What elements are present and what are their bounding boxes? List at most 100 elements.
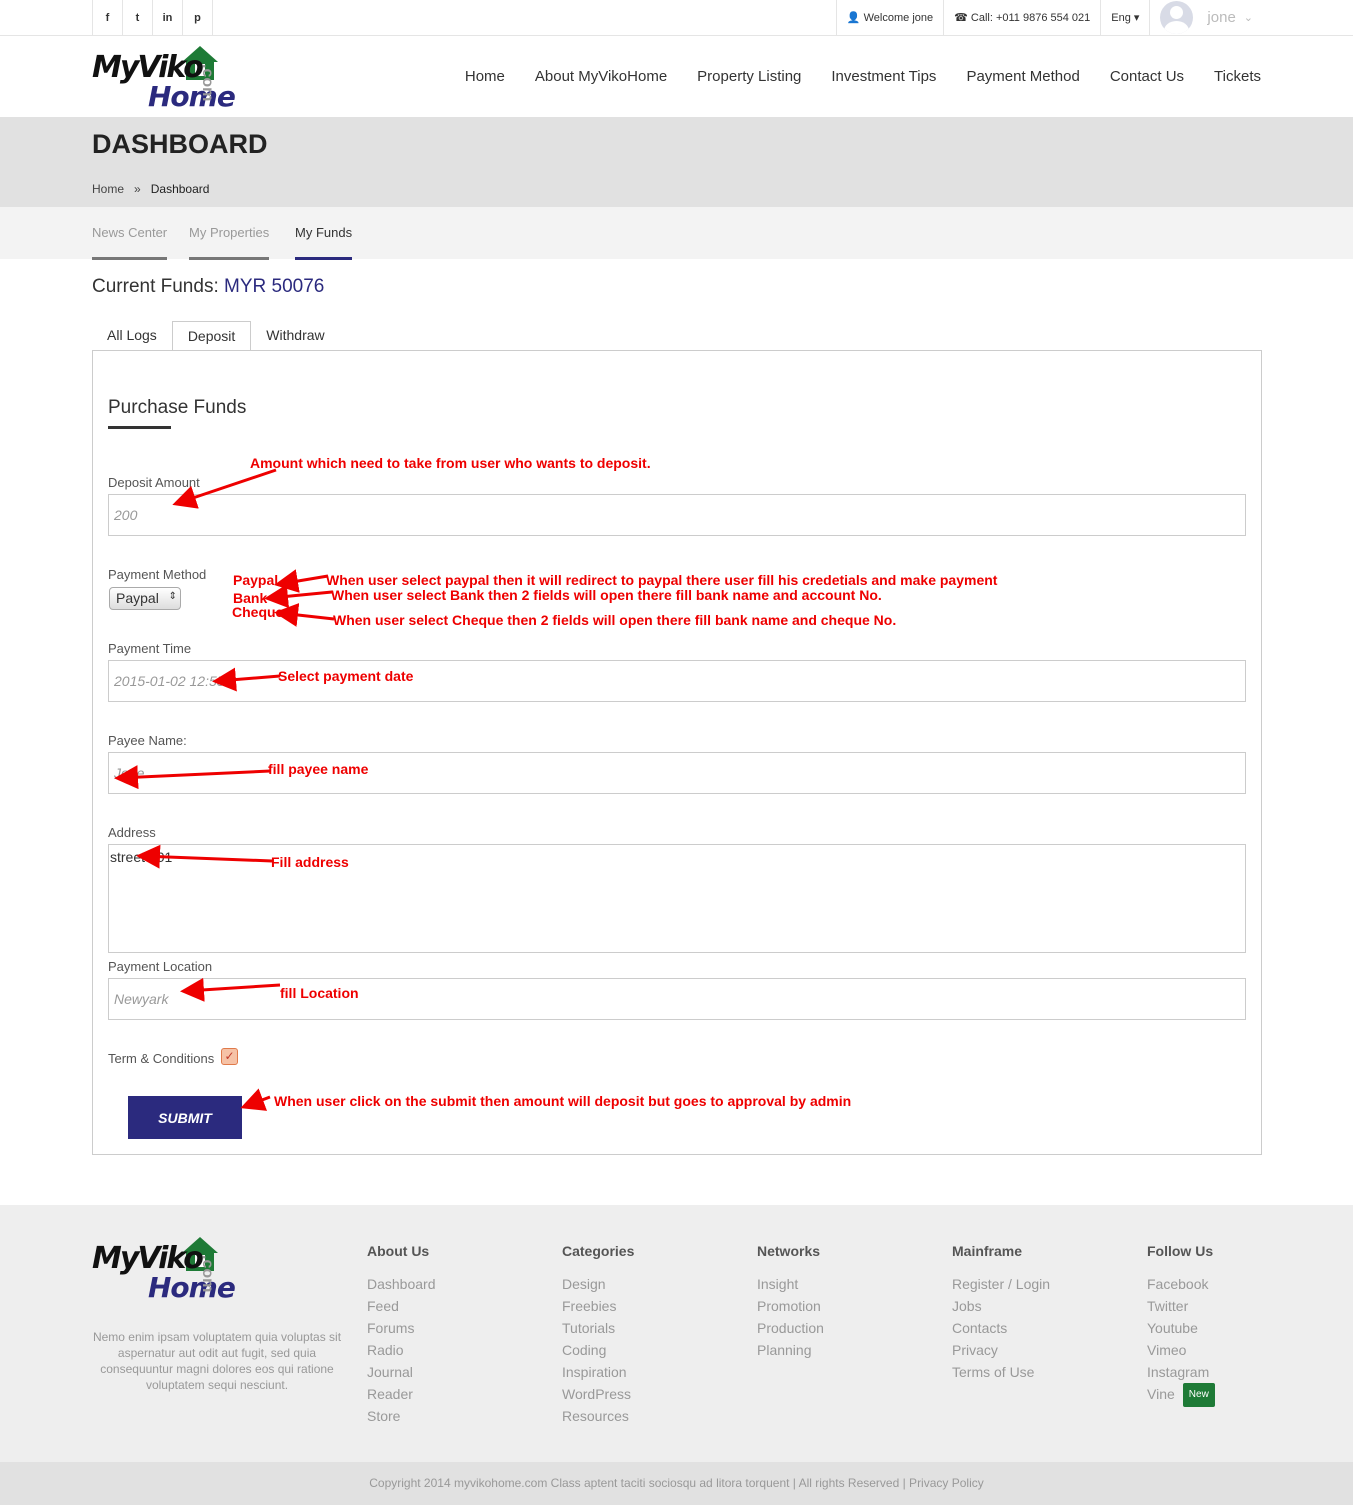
payment-method-label: Payment Method <box>108 567 207 582</box>
annotation-cheque: When user select Cheque then 2 fields wi… <box>333 612 897 628</box>
nav-payment-method[interactable]: Payment Method <box>966 68 1079 85</box>
footer-link[interactable]: Twitter <box>1147 1295 1327 1317</box>
footer-link[interactable]: Coding <box>562 1339 742 1361</box>
annotation-submit: When user click on the submit then amoun… <box>274 1093 852 1109</box>
terms-label: Term & Conditions <box>108 1051 215 1066</box>
footer-link[interactable]: Journal <box>367 1361 547 1383</box>
tab-deposit[interactable]: Deposit <box>171 321 252 352</box>
tab-all-logs[interactable]: All Logs <box>92 321 172 351</box>
address-label: Address <box>108 825 156 840</box>
header: MyViko Home .com Home About MyVikoHome P… <box>0 36 1353 117</box>
footer-link[interactable]: Feed <box>367 1295 547 1317</box>
footer-link[interactable]: Store <box>367 1405 547 1427</box>
footer-link[interactable]: Reader <box>367 1383 547 1405</box>
footer-link[interactable]: Dashboard <box>367 1273 547 1295</box>
current-funds: Current Funds: MYR 50076 <box>92 276 325 297</box>
footer-link[interactable]: Planning <box>757 1339 937 1361</box>
deposit-amount-input[interactable]: 200 <box>108 494 1246 536</box>
facebook-icon[interactable]: f <box>93 0 123 35</box>
funds-value: MYR 50076 <box>224 276 325 297</box>
footer: MyViko Home .com Nemo enim ipsam volupta… <box>0 1205 1353 1462</box>
annotation-paypal-word: Paypal <box>233 572 279 588</box>
user-icon: 👤 <box>846 12 864 24</box>
footer-link[interactable]: Design <box>562 1273 742 1295</box>
footer-link[interactable]: Contacts <box>952 1317 1132 1339</box>
tab-my-properties[interactable]: My Properties <box>189 225 270 260</box>
payment-time-label: Payment Time <box>108 641 192 656</box>
annotation-bank: When user select Bank then 2 fields will… <box>331 587 882 603</box>
caret-down-icon: ▾ <box>1130 12 1140 24</box>
nav-about[interactable]: About MyVikoHome <box>535 68 667 85</box>
annotation-paypal: When user select paypal then it will red… <box>326 572 998 588</box>
annotation-location: fill Location <box>280 985 359 1001</box>
footer-link[interactable]: Terms of Use <box>952 1361 1132 1383</box>
nav-contact-us[interactable]: Contact Us <box>1110 68 1184 85</box>
breadcrumb-separator: » <box>134 182 141 196</box>
footer-link[interactable]: Radio <box>367 1339 547 1361</box>
footer-link[interactable]: Youtube <box>1147 1317 1327 1339</box>
page-title: DASHBOARD <box>92 129 268 159</box>
submit-button[interactable]: SUBMIT <box>128 1096 242 1139</box>
chevron-down-icon: ⌄ <box>1243 12 1253 24</box>
payment-location-label: Payment Location <box>108 959 213 974</box>
top-right-bar: 👤 Welcome jone ☎ Call: +011 9876 554 021… <box>835 0 1353 35</box>
annotation-deposit: Amount which need to take from user who … <box>250 455 651 471</box>
nav-investment-tips[interactable]: Investment Tips <box>831 68 936 85</box>
breadcrumb-current: Dashboard <box>150 182 210 196</box>
footer-description: Nemo enim ipsam voluptatem quia voluptas… <box>92 1330 342 1392</box>
pinterest-icon[interactable]: p <box>183 0 213 35</box>
breadcrumb-home[interactable]: Home <box>92 182 124 196</box>
nav-tickets[interactable]: Tickets <box>1214 68 1261 85</box>
title-underline <box>108 426 171 429</box>
footer-link[interactable]: Forums <box>367 1317 547 1339</box>
footer-link[interactable]: Instagram <box>1147 1361 1327 1383</box>
footer-link[interactable]: Resources <box>562 1405 742 1427</box>
language-dropdown[interactable]: Eng ▾ <box>1100 0 1149 35</box>
new-badge: New <box>1182 1383 1215 1408</box>
footer-link[interactable]: Privacy <box>952 1339 1132 1361</box>
footer-link[interactable]: Jobs <box>952 1295 1132 1317</box>
footer-link[interactable]: Facebook <box>1147 1273 1327 1295</box>
copyright: Copyright 2014 myvikohome.com Class apte… <box>0 1462 1353 1505</box>
phone-icon: ☎ <box>954 12 971 24</box>
footer-link-vine[interactable]: Vine New <box>1147 1383 1327 1408</box>
top-bar: f t in p 👤 Welcome jone ☎ Call: +011 987… <box>0 0 1353 36</box>
main-nav: Home About MyVikoHome Property Listing I… <box>435 36 1261 117</box>
footer-link[interactable]: Vimeo <box>1147 1339 1327 1361</box>
footer-col-networks: Networks Insight Promotion Production Pl… <box>757 1243 937 1361</box>
logo[interactable]: MyViko Home .com <box>92 44 242 113</box>
footer-logo[interactable]: MyViko Home .com <box>92 1235 242 1304</box>
user-menu[interactable]: jone ⌄ <box>1149 0 1353 35</box>
annotation-address: Fill address <box>271 854 349 870</box>
funds-tabs: All Logs Deposit Withdraw <box>92 321 340 352</box>
footer-link[interactable]: Freebies <box>562 1295 742 1317</box>
tab-news-center[interactable]: News Center <box>92 225 168 260</box>
payee-name-label: Payee Name: <box>108 733 187 748</box>
deposit-amount-label: Deposit Amount <box>108 475 200 490</box>
dashboard-tabs: News Center My Properties My Funds <box>0 207 1353 260</box>
call-text: ☎ Call: +011 9876 554 021 <box>943 0 1100 35</box>
linkedin-icon[interactable]: in <box>153 0 183 35</box>
twitter-icon[interactable]: t <box>123 0 153 35</box>
footer-link[interactable]: WordPress <box>562 1383 742 1405</box>
tab-my-funds[interactable]: My Funds <box>295 225 353 260</box>
footer-link[interactable]: Register / Login <box>952 1273 1132 1295</box>
nav-home[interactable]: Home <box>465 68 505 85</box>
annotation-cheque-word: Cheque <box>232 604 284 620</box>
tab-withdraw[interactable]: Withdraw <box>251 321 339 351</box>
payment-location-input[interactable]: Newyark <box>108 978 1246 1020</box>
footer-col-follow: Follow Us Facebook Twitter Youtube Vimeo… <box>1147 1243 1327 1408</box>
footer-col-mainframe: Mainframe Register / Login Jobs Contacts… <box>952 1243 1132 1383</box>
footer-link[interactable]: Production <box>757 1317 937 1339</box>
nav-property-listing[interactable]: Property Listing <box>697 68 801 85</box>
footer-col-about: About Us Dashboard Feed Forums Radio Jou… <box>367 1243 547 1427</box>
payment-method-select[interactable]: Paypal <box>109 587 181 610</box>
welcome-text: 👤 Welcome jone <box>835 0 943 35</box>
footer-link[interactable]: Inspiration <box>562 1361 742 1383</box>
social-links: f t in p <box>92 0 213 35</box>
footer-link[interactable]: Insight <box>757 1273 937 1295</box>
footer-link[interactable]: Tutorials <box>562 1317 742 1339</box>
terms-checkbox[interactable]: ✓ <box>221 1048 238 1065</box>
avatar <box>1160 1 1194 34</box>
footer-link[interactable]: Promotion <box>757 1295 937 1317</box>
